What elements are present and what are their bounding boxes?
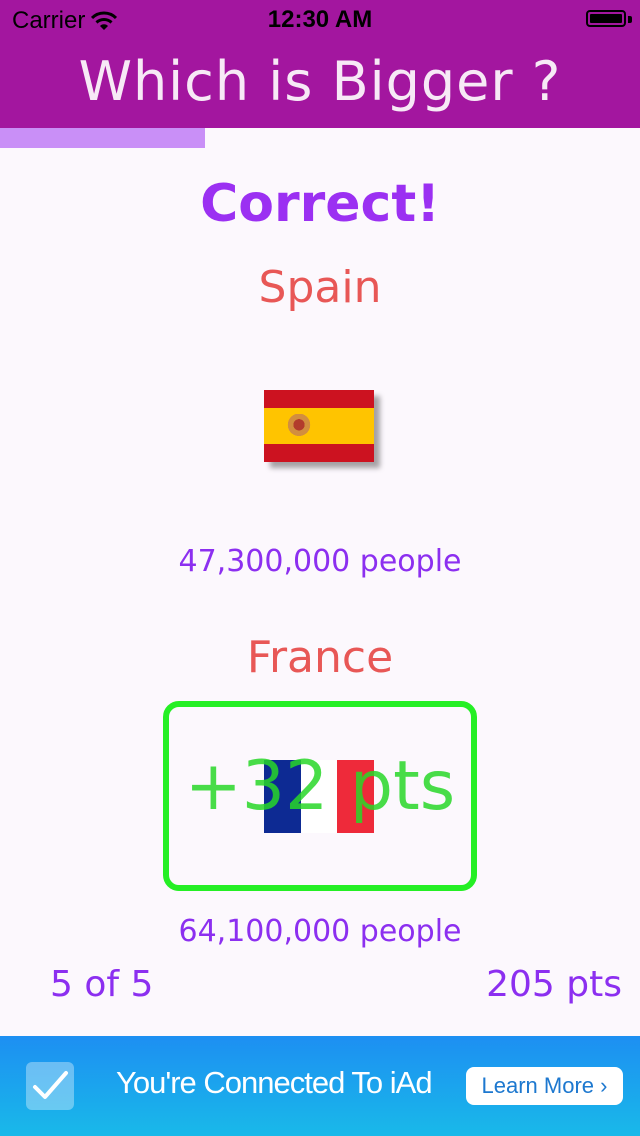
country-a-population: 47,300,000 people (178, 544, 462, 579)
spain-flag-icon[interactable] (264, 390, 374, 462)
checkmark-icon (26, 1062, 74, 1110)
points-awarded: +32 pts (184, 747, 456, 826)
clock: 12:30 AM (267, 6, 373, 33)
status-bar: Carrier 12:30 AM (0, 0, 640, 40)
iad-banner[interactable]: You're Connected To iAd Learn More › (0, 1036, 640, 1136)
page-title: Which is Bigger ? (78, 50, 562, 113)
battery-tip (628, 16, 632, 23)
coat-of-arms-icon (286, 414, 312, 438)
score: 205 pts (486, 964, 622, 1005)
progress-fill (0, 128, 205, 148)
country-b-population: 64,100,000 people (178, 914, 462, 949)
battery-icon (586, 10, 626, 27)
app-header: Which is Bigger ? (0, 40, 640, 128)
progress-bar (0, 128, 640, 148)
ad-text: You're Connected To iAd (116, 1065, 433, 1100)
country-b-name: France (246, 632, 394, 683)
country-a-name: Spain (258, 262, 382, 313)
result-label: Correct! (200, 174, 440, 234)
question-counter: 5 of 5 (50, 964, 154, 1005)
learn-more-button[interactable]: Learn More › (466, 1067, 623, 1105)
